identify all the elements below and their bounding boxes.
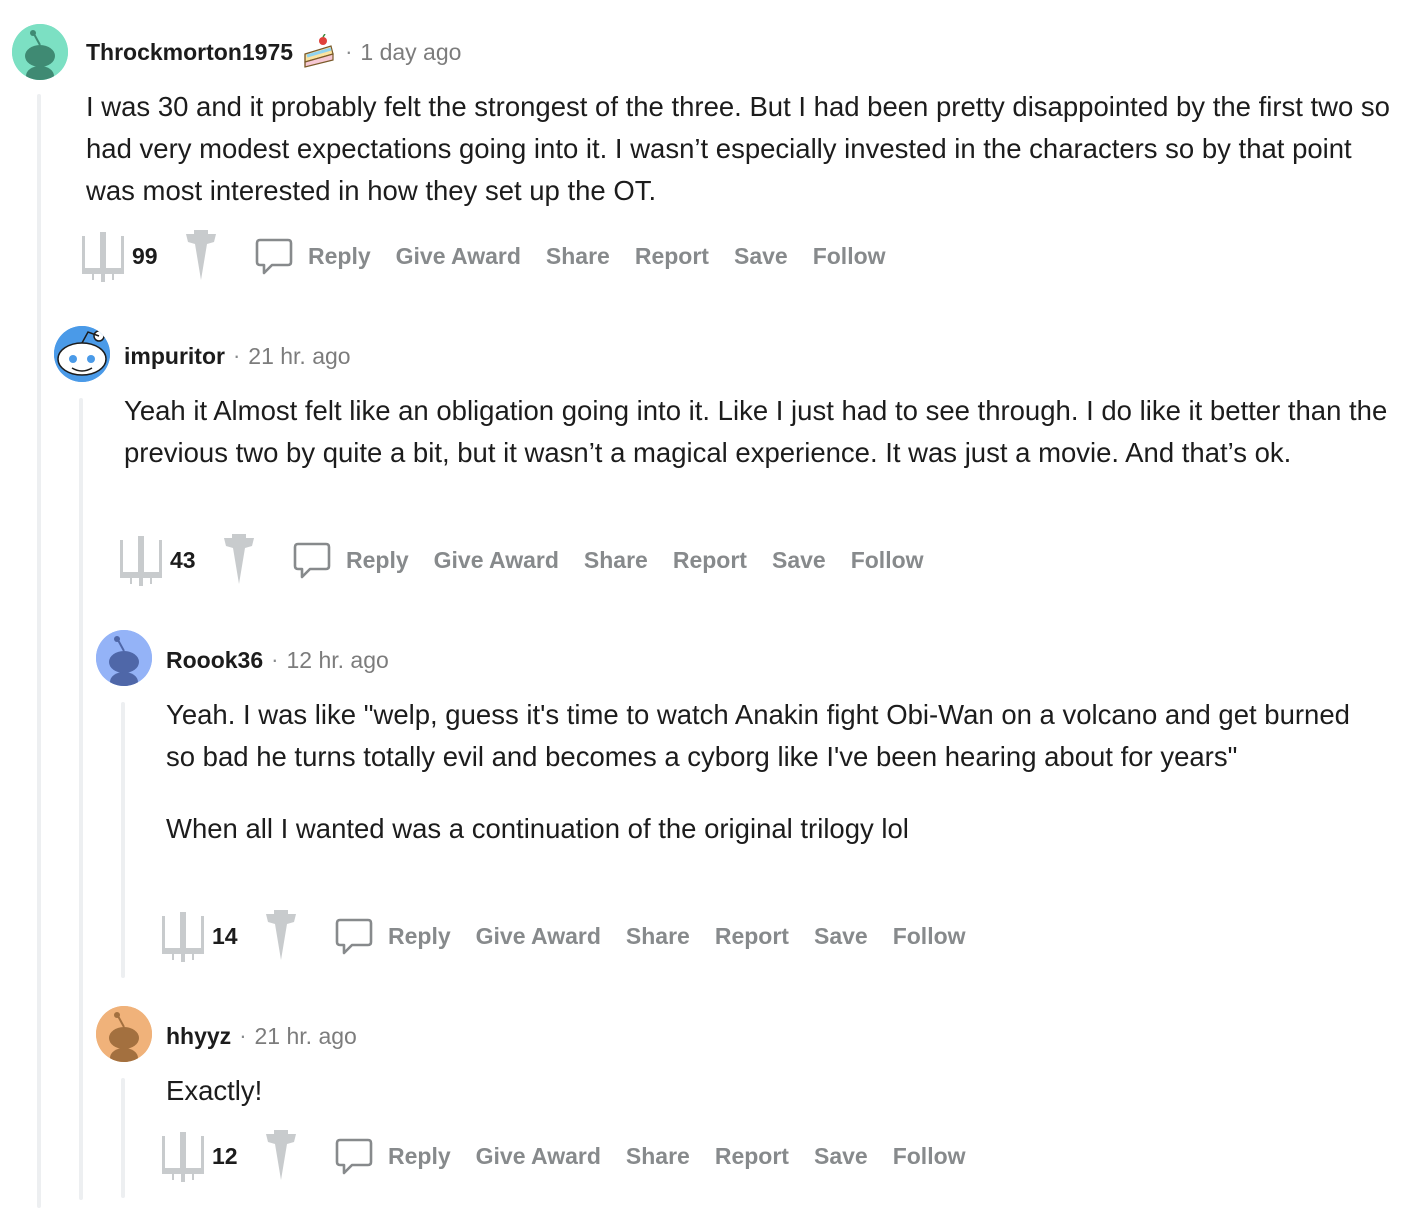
comment-body: Yeah. I was like "welp, guess it's time … — [166, 694, 1366, 850]
timestamp[interactable]: 21 hr. ago — [255, 1023, 357, 1050]
comment-body: Exactly! — [166, 1070, 1366, 1112]
thread-line-4[interactable] — [121, 1078, 125, 1198]
report-button[interactable]: Report — [673, 547, 747, 574]
separator-dot: · — [271, 647, 279, 672]
stardestroyer-downvote-icon[interactable] — [178, 230, 224, 282]
report-button[interactable]: Report — [715, 923, 789, 950]
thread-line-3[interactable] — [121, 702, 125, 978]
separator-dot: · — [232, 343, 241, 368]
vote-score: 14 — [212, 922, 238, 949]
xwing-upvote-icon[interactable] — [160, 910, 206, 962]
comment-meta: hhyyz · 21 hr. ago — [166, 1008, 357, 1064]
comment-paragraph: Yeah. I was like "welp, guess it's time … — [166, 699, 1350, 772]
timestamp[interactable]: 12 hr. ago — [286, 647, 388, 674]
comment-meta: impuritor · 21 hr. ago — [124, 328, 351, 384]
username[interactable]: impuritor — [124, 343, 225, 370]
chat-bubble-icon[interactable] — [292, 540, 332, 580]
separator-dot: · — [239, 1023, 247, 1048]
chat-bubble-icon[interactable] — [334, 1136, 374, 1176]
timestamp[interactable]: 21 hr. ago — [248, 343, 350, 370]
comment-body: I was 30 and it probably felt the strong… — [86, 86, 1406, 212]
xwing-upvote-icon[interactable] — [80, 230, 126, 282]
follow-button[interactable]: Follow — [893, 923, 966, 950]
report-button[interactable]: Report — [635, 243, 709, 270]
comment-actions: 99 Reply Give Award Share Report Save Fo… — [80, 228, 911, 284]
reply-button[interactable]: Reply — [346, 547, 409, 574]
follow-button[interactable]: Follow — [813, 243, 886, 270]
reply-button[interactable]: Reply — [308, 243, 371, 270]
xwing-upvote-icon[interactable] — [118, 534, 164, 586]
comment-paragraph: Yeah it Almost felt like an obligation g… — [124, 395, 1388, 468]
give-award-button[interactable]: Give Award — [476, 1143, 601, 1170]
separator-dot: · — [345, 39, 353, 64]
avatar[interactable] — [96, 1006, 152, 1062]
comment-paragraph: When all I wanted was a continuation of … — [166, 813, 909, 844]
timestamp[interactable]: 1 day ago — [360, 39, 461, 66]
comment-paragraph: I was 30 and it probably felt the strong… — [86, 91, 1390, 206]
vote-score: 99 — [132, 242, 158, 269]
follow-button[interactable]: Follow — [851, 547, 924, 574]
save-button[interactable]: Save — [772, 547, 826, 574]
stardestroyer-downvote-icon[interactable] — [216, 534, 262, 586]
stardestroyer-downvote-icon[interactable] — [258, 1130, 304, 1182]
share-button[interactable]: Share — [584, 547, 648, 574]
chat-bubble-icon[interactable] — [334, 916, 374, 956]
snoo-avatar-icon — [54, 326, 110, 382]
avatar[interactable] — [54, 326, 110, 382]
avatar[interactable] — [12, 24, 68, 80]
comment-actions: 12 Reply Give Award Share Report Save Fo… — [160, 1128, 991, 1184]
username[interactable]: Roook36 — [166, 647, 263, 674]
xwing-upvote-icon[interactable] — [160, 1130, 206, 1182]
comment-actions: 14 Reply Give Award Share Report Save Fo… — [160, 908, 991, 964]
comment-meta: Roook36 · 12 hr. ago — [166, 632, 389, 688]
username[interactable]: hhyyz — [166, 1023, 231, 1050]
chat-bubble-icon[interactable] — [254, 236, 294, 276]
give-award-button[interactable]: Give Award — [434, 547, 559, 574]
save-button[interactable]: Save — [814, 1143, 868, 1170]
reply-button[interactable]: Reply — [388, 923, 451, 950]
give-award-button[interactable]: Give Award — [476, 923, 601, 950]
snoo-avatar-icon — [12, 24, 68, 80]
avatar[interactable] — [96, 630, 152, 686]
vote-score: 43 — [170, 546, 196, 573]
reply-button[interactable]: Reply — [388, 1143, 451, 1170]
thread-line-1[interactable] — [37, 94, 41, 1208]
give-award-button[interactable]: Give Award — [396, 243, 521, 270]
username[interactable]: Throckmorton1975 — [86, 39, 293, 66]
stardestroyer-downvote-icon[interactable] — [258, 910, 304, 962]
report-button[interactable]: Report — [715, 1143, 789, 1170]
share-button[interactable]: Share — [546, 243, 610, 270]
share-button[interactable]: Share — [626, 923, 690, 950]
comment-body: Yeah it Almost felt like an obligation g… — [124, 390, 1404, 474]
vote-score: 12 — [212, 1142, 238, 1169]
snoo-avatar-icon — [96, 1006, 152, 1062]
save-button[interactable]: Save — [734, 243, 788, 270]
share-button[interactable]: Share — [626, 1143, 690, 1170]
save-button[interactable]: Save — [814, 923, 868, 950]
snoo-avatar-icon — [96, 630, 152, 686]
follow-button[interactable]: Follow — [893, 1143, 966, 1170]
comment-meta: Throckmorton1975 · 1 day ago — [86, 24, 461, 80]
comment-paragraph: Exactly! — [166, 1075, 263, 1106]
cake-icon — [301, 33, 337, 70]
thread-line-2[interactable] — [79, 398, 83, 1200]
comment-actions: 43 Reply Give Award Share Report Save Fo… — [118, 532, 949, 588]
